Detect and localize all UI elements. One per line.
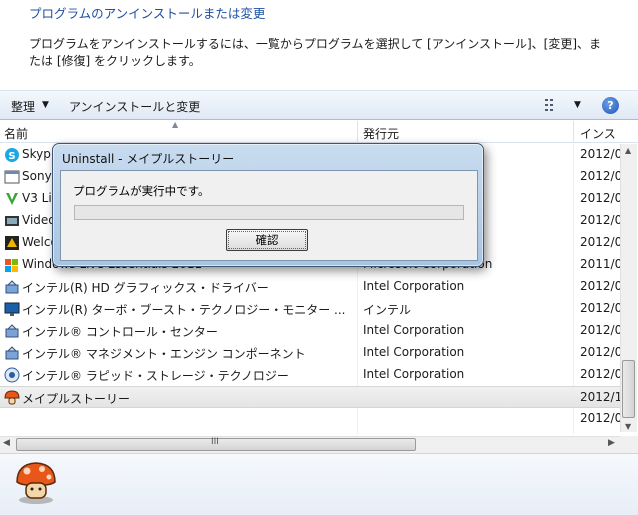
- program-install-date: 2012/0: [580, 191, 620, 205]
- mushroom-icon: [16, 462, 56, 504]
- program-name: インテル(R) ターボ・ブースト・テクノロジー・モニター ...: [22, 303, 346, 317]
- program-install-date: 2012/0: [580, 147, 620, 161]
- scroll-grip: III: [211, 437, 219, 447]
- list-item[interactable]: インテル® マネジメント・エンジン コンポーネント Intel Corporati…: [0, 342, 620, 364]
- column-divider[interactable]: [573, 121, 574, 143]
- scroll-up-icon[interactable]: ▲: [625, 146, 631, 155]
- program-publisher: インテル: [363, 303, 412, 317]
- program-publisher: Intel Corporation: [363, 367, 465, 381]
- page-description: プログラムをアンインストールするには、一覧からプログラムを選択して [アンインス…: [29, 37, 602, 68]
- ok-button[interactable]: 確認: [226, 229, 308, 251]
- program-name: インテル(R) HD グラフィックス・ドライバー: [22, 281, 269, 295]
- program-install-date: 2011/0: [580, 257, 620, 271]
- program-name: メイプルストーリー: [22, 392, 131, 406]
- program-publisher: Intel Corporation: [363, 345, 465, 359]
- svg-text:S: S: [8, 151, 15, 162]
- program-install-date: 2012/1: [580, 390, 620, 404]
- uninstall-dialog: Uninstall - メイプルストーリー プログラムが実行中です。 確認: [52, 143, 484, 267]
- program-install-date: 2012/0: [580, 213, 620, 227]
- list-item[interactable]: インテル(R) ターボ・ブースト・テクノロジー・モニター ... インテル 2012…: [0, 298, 620, 320]
- program-install-date: 2012/0: [580, 411, 620, 425]
- command-bar: 整理 ▼ アンインストールと変更 ▼ ?: [0, 90, 638, 120]
- program-install-date: 2012/0: [580, 235, 620, 249]
- installer-icon: [5, 280, 19, 294]
- program-install-date: 2012/0: [580, 345, 620, 359]
- window-icon: [4, 170, 20, 184]
- installer-icon: [5, 346, 19, 360]
- details-pane: [0, 453, 638, 515]
- mushroom-icon: [4, 390, 20, 405]
- welcome-icon: [5, 236, 19, 250]
- skype-icon: S: [5, 148, 19, 162]
- v3-icon: [6, 193, 18, 205]
- organize-button[interactable]: 整理: [11, 98, 35, 115]
- dialog-title: Uninstall - メイプルストーリー: [62, 152, 235, 166]
- installer-icon: [5, 324, 19, 338]
- program-install-date: 2012/0: [580, 323, 620, 337]
- sort-ascending-icon: ▲: [172, 120, 179, 129]
- program-name: インテル® コントロール・センター: [22, 325, 218, 339]
- column-installed-on[interactable]: インス: [580, 125, 616, 142]
- column-divider[interactable]: [357, 121, 358, 143]
- dialog-message: プログラムが実行中です。: [73, 184, 210, 198]
- organize-dropdown-icon[interactable]: ▼: [42, 100, 49, 110]
- view-dropdown-icon[interactable]: ▼: [574, 100, 581, 110]
- list-item[interactable]: メイプルストーリー 2012/1: [0, 386, 620, 408]
- monitor-icon: [4, 302, 20, 316]
- list-item[interactable]: インテル® コントロール・センター Intel Corporation 2012/0: [0, 320, 620, 342]
- scroll-down-icon[interactable]: ▼: [625, 422, 631, 431]
- page-title: プログラムのアンインストールまたは変更: [29, 6, 266, 21]
- uninstall-progress-bar: [74, 205, 464, 220]
- list-item[interactable]: インテル® ラピッド・ストレージ・テクノロジー Intel Corporation…: [0, 364, 620, 386]
- uninstall-change-button[interactable]: アンインストールと変更: [69, 98, 200, 115]
- scroll-right-icon[interactable]: ▶: [608, 438, 615, 448]
- windows-flag-icon: [5, 259, 18, 272]
- program-name: インテル® ラピッド・ストレージ・テクノロジー: [22, 369, 289, 383]
- column-publisher[interactable]: 発行元: [363, 125, 399, 142]
- focus-ring: [228, 231, 306, 249]
- column-header-row: ▲ 名前 発行元 インス: [0, 120, 638, 143]
- uninstall-programs-window: プログラムのアンインストールまたは変更 プログラムをアンインストールするには、一…: [0, 0, 638, 515]
- program-publisher: Intel Corporation: [363, 323, 465, 337]
- program-publisher: Intel Corporation: [363, 279, 465, 293]
- list-item[interactable]: 2012/0: [0, 408, 620, 430]
- program-install-date: 2012/0: [580, 279, 620, 293]
- vertical-scroll-thumb[interactable]: [622, 360, 635, 418]
- scrollbar-corner: [620, 436, 638, 453]
- program-install-date: 2012/0: [580, 301, 620, 315]
- column-name[interactable]: 名前: [4, 125, 28, 142]
- view-options-icon[interactable]: [545, 99, 561, 111]
- scroll-left-icon[interactable]: ◀: [3, 438, 10, 448]
- video-icon: [5, 216, 19, 226]
- storage-icon: [4, 367, 20, 383]
- dialog-body: プログラムが実行中です。 確認: [60, 170, 478, 261]
- program-name: インテル® マネジメント・エンジン コンポーネント: [22, 347, 306, 361]
- help-icon[interactable]: ?: [602, 97, 619, 114]
- program-install-date: 2012/0: [580, 169, 620, 183]
- list-item[interactable]: インテル(R) HD グラフィックス・ドライバー Intel Corporatio…: [0, 276, 620, 298]
- program-install-date: 2012/0: [580, 367, 620, 381]
